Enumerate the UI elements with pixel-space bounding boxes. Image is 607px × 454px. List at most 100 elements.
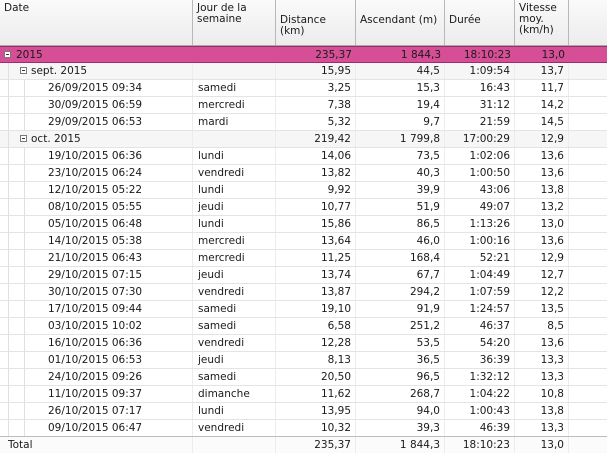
indent-guide [8,97,9,114]
activity-date-cell: 11/10/2015 09:37 [48,386,193,402]
indent-guide [8,284,9,301]
ascent-cell: 67,7 [356,267,445,283]
indent-guide [24,114,25,131]
duration-cell: 1:24:57 [445,301,515,317]
weekday-cell: mercredi [193,233,276,249]
weekday-cell: samedi [193,80,276,96]
duration-cell: 52:21 [445,250,515,266]
speed-cell: 14,2 [515,97,569,113]
table-row[interactable]: 11/10/2015 09:37 dimanche 11,62 268,7 1:04:2… [0,386,607,403]
table-row[interactable]: 29/10/2015 07:15 jeudi 13,74 67,7 1:04:49 12,… [0,267,607,284]
ascent-cell: 39,9 [356,182,445,198]
column-header-distance[interactable]: Distance (km) [276,0,356,45]
speed-cell: 12,9 [515,131,569,147]
column-header-weekday[interactable]: Jour de la semaine [193,0,276,45]
duration-cell: 1:00:50 [445,165,515,181]
table-row[interactable]: 09/10/2015 06:47 vendredi 10,32 39,3 46:39 13… [0,420,607,437]
table-row[interactable]: 26/10/2015 07:17 lundi 13,95 94,0 1:00:43 13,… [0,403,607,420]
distance-cell: 10,32 [276,420,356,436]
weekday-cell-empty [193,47,276,63]
column-header-speed[interactable]: Vitesse moy. (km/h) [515,0,569,45]
table-row[interactable]: 29/09/2015 06:53 mardi 5,32 9,7 21:59 14,5 [0,114,607,131]
month-group-label: oct. 2015 [31,131,193,147]
distance-cell: 5,32 [276,114,356,130]
indent-guide [8,182,9,199]
indent-guide [24,165,25,182]
activity-date-cell: 12/10/2015 05:22 [48,182,193,198]
indent-guide [8,369,9,386]
indent-guide [8,80,9,97]
month-group-row[interactable]: oct. 2015 219,42 1 799,8 17:00:29 12,9 [0,131,607,148]
duration-cell: 1:00:43 [445,403,515,419]
activity-date-cell: 30/10/2015 07:30 [48,284,193,300]
ascent-cell: 46,0 [356,233,445,249]
table-row[interactable]: 14/10/2015 05:38 mercredi 13,64 46,0 1:00:16… [0,233,607,250]
indent-guide [8,250,9,267]
collapse-toggle-icon[interactable] [20,135,27,142]
speed-cell: 13,6 [515,165,569,181]
column-header-filler [569,0,607,45]
indent-guide [24,97,25,114]
duration-cell: 18:10:23 [445,437,515,453]
table-row[interactable]: 12/10/2015 05:22 lundi 9,92 39,9 43:06 13,8 [0,182,607,199]
weekday-cell-empty [193,63,276,79]
table-row[interactable]: 21/10/2015 06:43 mercredi 11,25 168,4 52:21 1… [0,250,607,267]
indent-guide [8,420,9,437]
table-row[interactable]: 24/10/2015 09:26 samedi 20,50 96,5 1:32:12 13… [0,369,607,386]
table-row[interactable]: 26/09/2015 09:34 samedi 3,25 15,3 16:43 11,7 [0,80,607,97]
duration-cell: 1:13:26 [445,216,515,232]
ascent-cell: 251,2 [356,318,445,334]
year-group-row[interactable]: 2015 235,37 1 844,3 18:10:23 13,0 [0,46,607,63]
distance-cell: 15,95 [276,63,356,79]
duration-cell: 46:39 [445,420,515,436]
table-row[interactable]: 03/10/2015 10:02 samedi 6,58 251,2 46:37 8,5 [0,318,607,335]
ascent-cell: 36,5 [356,352,445,368]
year-group-label: 2015 [16,49,43,61]
collapse-toggle-icon[interactable] [4,51,11,58]
duration-cell: 46:37 [445,318,515,334]
indent-guide [8,114,9,131]
month-group-row[interactable]: sept. 2015 15,95 44,5 1:09:54 13,7 [0,63,607,80]
activity-date-cell: 21/10/2015 06:43 [48,250,193,266]
duration-cell: 1:07:59 [445,284,515,300]
duration-cell: 54:20 [445,335,515,351]
table-row[interactable]: 23/10/2015 06:24 vendredi 13,82 40,3 1:00:50… [0,165,607,182]
table-row[interactable]: 08/10/2015 05:55 jeudi 10,77 51,9 49:07 13,2 [0,199,607,216]
indent-guide [8,318,9,335]
activity-date-cell: 03/10/2015 10:02 [48,318,193,334]
duration-cell: 1:04:49 [445,267,515,283]
collapse-toggle-icon[interactable] [20,67,27,74]
column-header-duration[interactable]: Durée [445,0,515,45]
distance-cell: 10,77 [276,199,356,215]
weekday-cell: mardi [193,114,276,130]
distance-cell: 219,42 [276,131,356,147]
total-row[interactable]: Total 235,37 1 844,3 18:10:23 13,0 [0,436,607,453]
table-row[interactable]: 05/10/2015 06:48 lundi 15,86 86,5 1:13:26 13,… [0,216,607,233]
indent-guide [8,199,9,216]
speed-cell: 13,0 [515,216,569,232]
table-row[interactable]: 17/10/2015 09:44 samedi 19,10 91,9 1:24:57 13… [0,301,607,318]
indent-guide [24,369,25,386]
table-row[interactable]: 30/09/2015 06:59 mercredi 7,38 19,4 31:12 14,… [0,97,607,114]
distance-cell: 9,92 [276,182,356,198]
distance-cell: 13,74 [276,267,356,283]
table-row[interactable]: 01/10/2015 06:53 jeudi 8,13 36,5 36:39 13,3 [0,352,607,369]
ascent-cell: 44,5 [356,63,445,79]
indent-guide [24,403,25,420]
column-header-ascent-label: Ascendant (m) [360,14,438,26]
activity-date-cell: 19/10/2015 06:36 [48,148,193,164]
activity-date-cell: 29/10/2015 07:15 [48,267,193,283]
weekday-cell: vendredi [193,284,276,300]
table-row[interactable]: 16/10/2015 06:36 vendredi 12,28 53,5 54:20 13… [0,335,607,352]
table-row[interactable]: 30/10/2015 07:30 vendredi 13,87 294,2 1:07:5… [0,284,607,301]
indent-guide [24,216,25,233]
indent-guide [8,63,9,80]
column-header-date[interactable]: Date [0,0,193,45]
weekday-cell: vendredi [193,165,276,181]
speed-cell: 13,8 [515,403,569,419]
column-header-ascent[interactable]: Ascendant (m) [356,0,445,45]
indent-guide [8,301,9,318]
weekday-cell: dimanche [193,386,276,402]
indent-guide [24,335,25,352]
table-row[interactable]: 19/10/2015 06:36 lundi 14,06 73,5 1:02:06 13,… [0,148,607,165]
